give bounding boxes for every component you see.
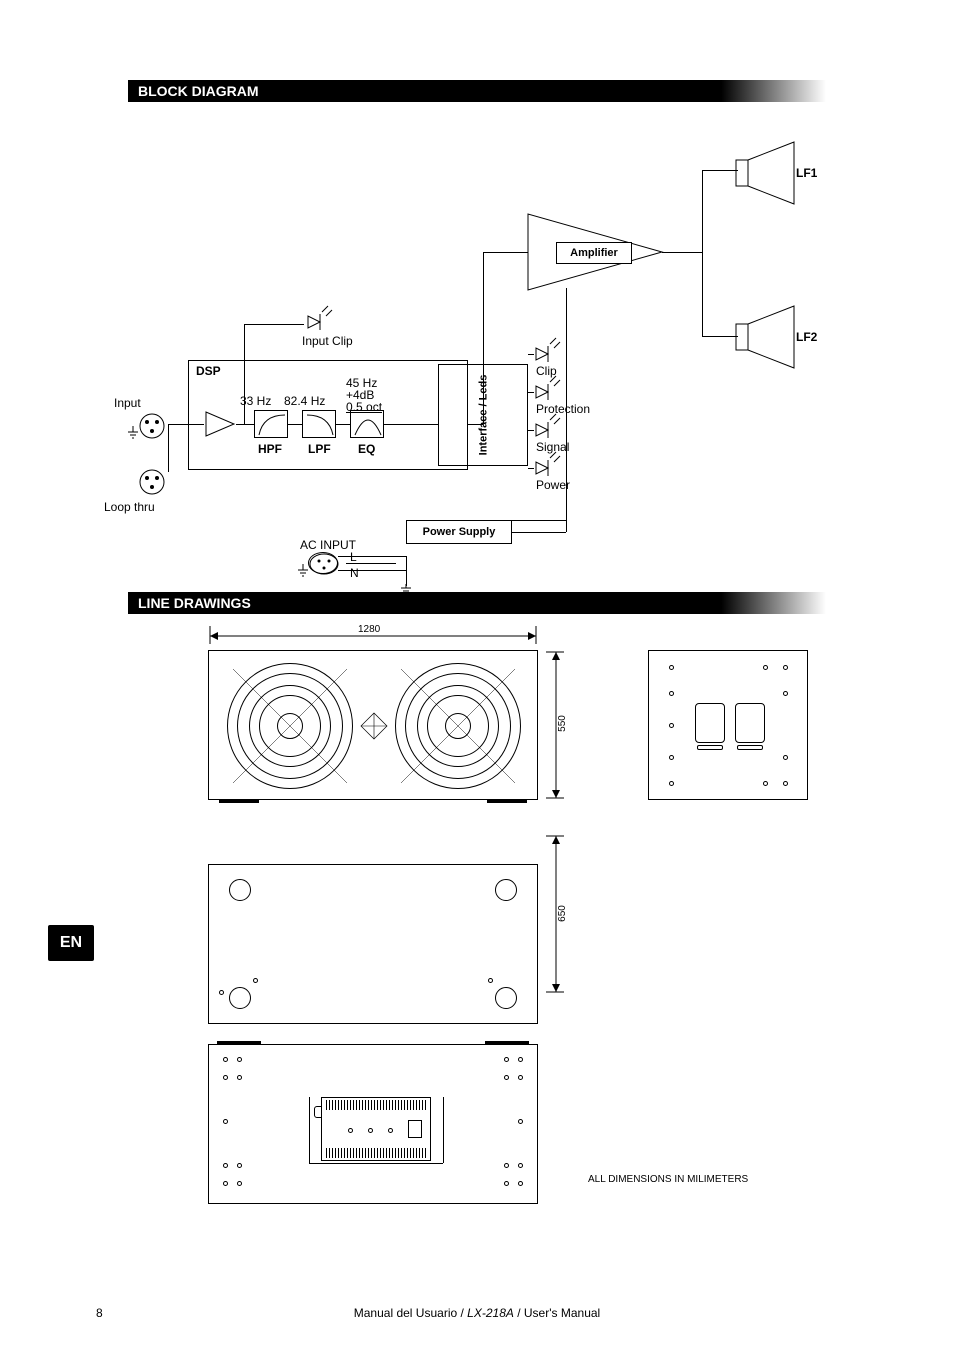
section-heading-text: LINE DRAWINGS xyxy=(134,593,255,613)
input-label: Input xyxy=(114,396,141,410)
page: EN BLOCK DIAGRAM Input Loop thru DSP xyxy=(0,0,954,1350)
language-tab: EN xyxy=(48,925,94,961)
front-view xyxy=(208,650,538,800)
lpf-label: LPF xyxy=(308,442,331,456)
side-view xyxy=(648,650,808,800)
footer-model: LX-218A xyxy=(467,1306,514,1320)
eq-block xyxy=(350,410,384,438)
amplifier-label-box: Amplifier xyxy=(556,242,632,264)
page-number: 8 xyxy=(96,1306,103,1320)
top-view xyxy=(208,864,538,1024)
eq-label: EQ xyxy=(358,442,375,456)
ac-ground-icon xyxy=(296,564,310,585)
power-supply-label: Power Supply xyxy=(423,526,496,538)
input-ground-icon xyxy=(126,426,140,445)
ac-plug-icon xyxy=(308,552,338,574)
lf1-speaker-icon xyxy=(734,140,800,206)
lf2-speaker-icon xyxy=(734,304,800,370)
line-drawings: 1280 xyxy=(208,624,868,1264)
hpf-block xyxy=(254,410,288,438)
input-clip-label: Input Clip xyxy=(302,334,353,348)
ac-l: L xyxy=(350,550,357,564)
power-supply-block: Power Supply xyxy=(406,520,512,544)
clip-led-label: Clip xyxy=(536,364,557,378)
section-heading-text: BLOCK DIAGRAM xyxy=(134,81,263,101)
amplifier-label: Amplifier xyxy=(570,247,618,259)
ac-n: N xyxy=(350,566,359,580)
section-heading-line-drawings: LINE DRAWINGS xyxy=(128,592,826,614)
protection-led-label: Protection xyxy=(536,402,590,416)
buffer-icon xyxy=(204,410,236,443)
footer: 8 Manual del Usuario / LX-218A / User's … xyxy=(0,1306,954,1320)
dsp-label: DSP xyxy=(196,364,221,378)
ps-ground-icon xyxy=(399,584,413,603)
eq-q: 0.5 oct xyxy=(346,400,382,414)
width-dim: 1280 xyxy=(358,624,380,635)
hpf-label: HPF xyxy=(258,442,282,456)
loop-thru-xlr-icon xyxy=(138,468,166,501)
loop-thru-label: Loop thru xyxy=(104,500,155,514)
block-diagram: Input Loop thru DSP xyxy=(128,112,838,592)
section-heading-block-diagram: BLOCK DIAGRAM xyxy=(128,80,826,102)
footer-right: / User's Manual xyxy=(517,1306,600,1320)
depth-dim: 650 xyxy=(557,905,568,922)
back-view xyxy=(208,1044,538,1204)
footer-left: Manual del Usuario / xyxy=(354,1306,464,1320)
lpf-block xyxy=(302,410,336,438)
power-led-label: Power xyxy=(536,478,570,492)
lpf-freq: 82.4 Hz xyxy=(284,394,325,408)
ac-input-label: AC INPUT xyxy=(300,538,356,552)
dimensions-note: ALL DIMENSIONS IN MILIMETERS xyxy=(588,1174,748,1185)
signal-led-label: Signal xyxy=(536,440,569,454)
input-xlr-icon xyxy=(138,412,166,445)
height-dim: 550 xyxy=(557,715,568,732)
